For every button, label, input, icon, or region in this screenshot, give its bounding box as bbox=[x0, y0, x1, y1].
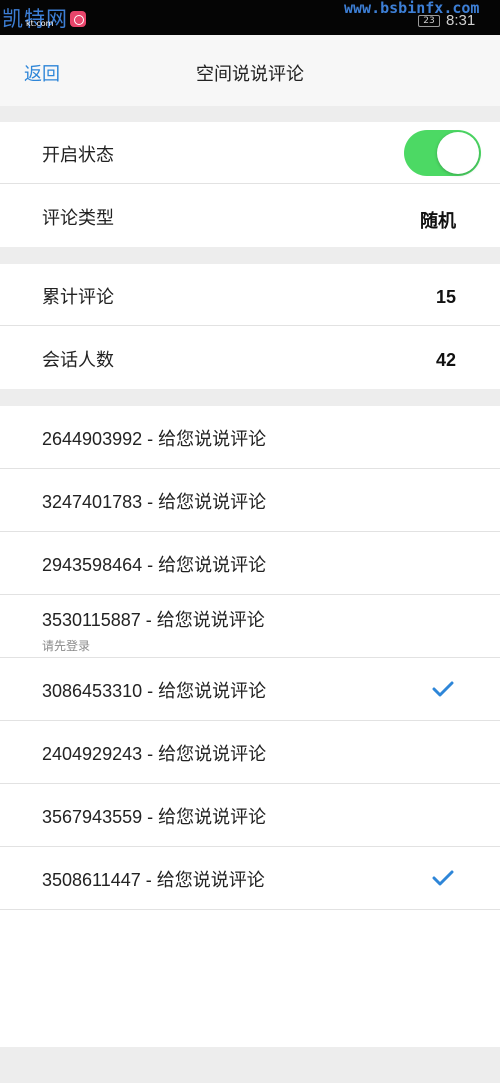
account-note: 请先登录 bbox=[42, 639, 91, 653]
account-label: 3530115887 - 给您说说评论 bbox=[42, 606, 265, 632]
account-qq-number: 2943598464 bbox=[42, 555, 143, 575]
account-qq-number: 3530115887 bbox=[42, 610, 141, 630]
account-separator: - bbox=[142, 429, 159, 449]
comment-type-row[interactable]: 评论类型 随机 bbox=[0, 185, 500, 247]
account-label: 3567943559 - 给您说说评论 bbox=[42, 803, 266, 829]
enable-status-label: 开启状态 bbox=[42, 145, 114, 166]
account-action: 给您说说评论 bbox=[158, 429, 267, 450]
logo-badge-icon bbox=[70, 10, 86, 27]
account-separator: - bbox=[142, 744, 159, 764]
bottom-bar bbox=[0, 1047, 500, 1083]
account-qq-number: 3508611447 bbox=[42, 870, 141, 890]
account-label: 3086453310 - 给您说说评论 bbox=[42, 677, 266, 703]
comment-type-label: 评论类型 bbox=[42, 208, 114, 229]
account-row[interactable]: 3530115887 - 给您说说评论请先登录 bbox=[0, 595, 500, 658]
account-row[interactable]: 3567943559 - 给您说说评论 bbox=[0, 784, 500, 847]
nav-bar: 返回 空间说说评论 bbox=[0, 35, 500, 106]
account-separator: - bbox=[142, 555, 159, 575]
total-comments-value: 15 bbox=[435, 287, 456, 307]
checkmark-icon bbox=[432, 681, 454, 697]
account-qq-number: 2404929243 bbox=[42, 744, 143, 764]
account-separator: - bbox=[140, 870, 157, 890]
logo-subtext: kt.com bbox=[26, 19, 54, 28]
session-count-value: 42 bbox=[435, 350, 456, 370]
site-logo: 凯特网 kt.com bbox=[2, 2, 86, 33]
account-label: 2404929243 - 给您说说评论 bbox=[42, 740, 266, 766]
battery-icon: 23 bbox=[418, 15, 440, 27]
toggle-knob bbox=[437, 132, 479, 174]
account-action: 给您说说评论 bbox=[158, 555, 267, 576]
account-separator: - bbox=[140, 610, 157, 630]
checkmark-icon bbox=[432, 870, 454, 886]
account-separator: - bbox=[142, 681, 159, 701]
account-action: 给您说说评论 bbox=[158, 744, 267, 765]
account-action: 给您说说评论 bbox=[156, 610, 265, 631]
total-comments-row: 累计评论 15 bbox=[0, 264, 500, 326]
account-action: 给您说说评论 bbox=[158, 492, 267, 513]
account-row[interactable]: 3086453310 - 给您说说评论 bbox=[0, 658, 500, 721]
account-row[interactable]: 3247401783 - 给您说说评论 bbox=[0, 469, 500, 532]
comment-type-value: 随机 bbox=[420, 211, 456, 232]
account-label: 3508611447 - 给您说说评论 bbox=[42, 866, 265, 892]
account-action: 给您说说评论 bbox=[156, 870, 265, 891]
section-divider bbox=[0, 106, 500, 122]
account-row[interactable]: 2644903992 - 给您说说评论 bbox=[0, 406, 500, 469]
status-bar: 凯特网 kt.com www.bsbinfx.com 23 8:31 bbox=[0, 0, 500, 35]
session-count-row: 会话人数 42 bbox=[0, 327, 500, 389]
enable-toggle[interactable] bbox=[404, 130, 481, 176]
total-comments-label: 累计评论 bbox=[42, 287, 114, 308]
account-action: 给您说说评论 bbox=[158, 807, 267, 828]
account-qq-number: 2644903992 bbox=[42, 429, 143, 449]
account-qq-number: 3247401783 bbox=[42, 492, 143, 512]
account-separator: - bbox=[142, 807, 159, 827]
status-time: 8:31 bbox=[446, 12, 476, 29]
enable-status-row: 开启状态 bbox=[0, 122, 500, 184]
account-qq-number: 3567943559 bbox=[42, 807, 143, 827]
section-divider bbox=[0, 247, 500, 264]
logo-text: 凯特网 bbox=[2, 6, 68, 31]
page-title: 空间说说评论 bbox=[196, 64, 304, 85]
account-label: 3247401783 - 给您说说评论 bbox=[42, 488, 266, 514]
account-qq-number: 3086453310 bbox=[42, 681, 143, 701]
account-row[interactable]: 2404929243 - 给您说说评论 bbox=[0, 721, 500, 784]
account-row[interactable]: 2943598464 - 给您说说评论 bbox=[0, 532, 500, 595]
account-separator: - bbox=[142, 492, 159, 512]
session-count-label: 会话人数 bbox=[42, 350, 114, 371]
account-label: 2644903992 - 给您说说评论 bbox=[42, 425, 266, 451]
section-divider bbox=[0, 389, 500, 406]
account-action: 给您说说评论 bbox=[158, 681, 267, 702]
account-label: 2943598464 - 给您说说评论 bbox=[42, 551, 266, 577]
account-row[interactable]: 3508611447 - 给您说说评论 bbox=[0, 847, 500, 910]
